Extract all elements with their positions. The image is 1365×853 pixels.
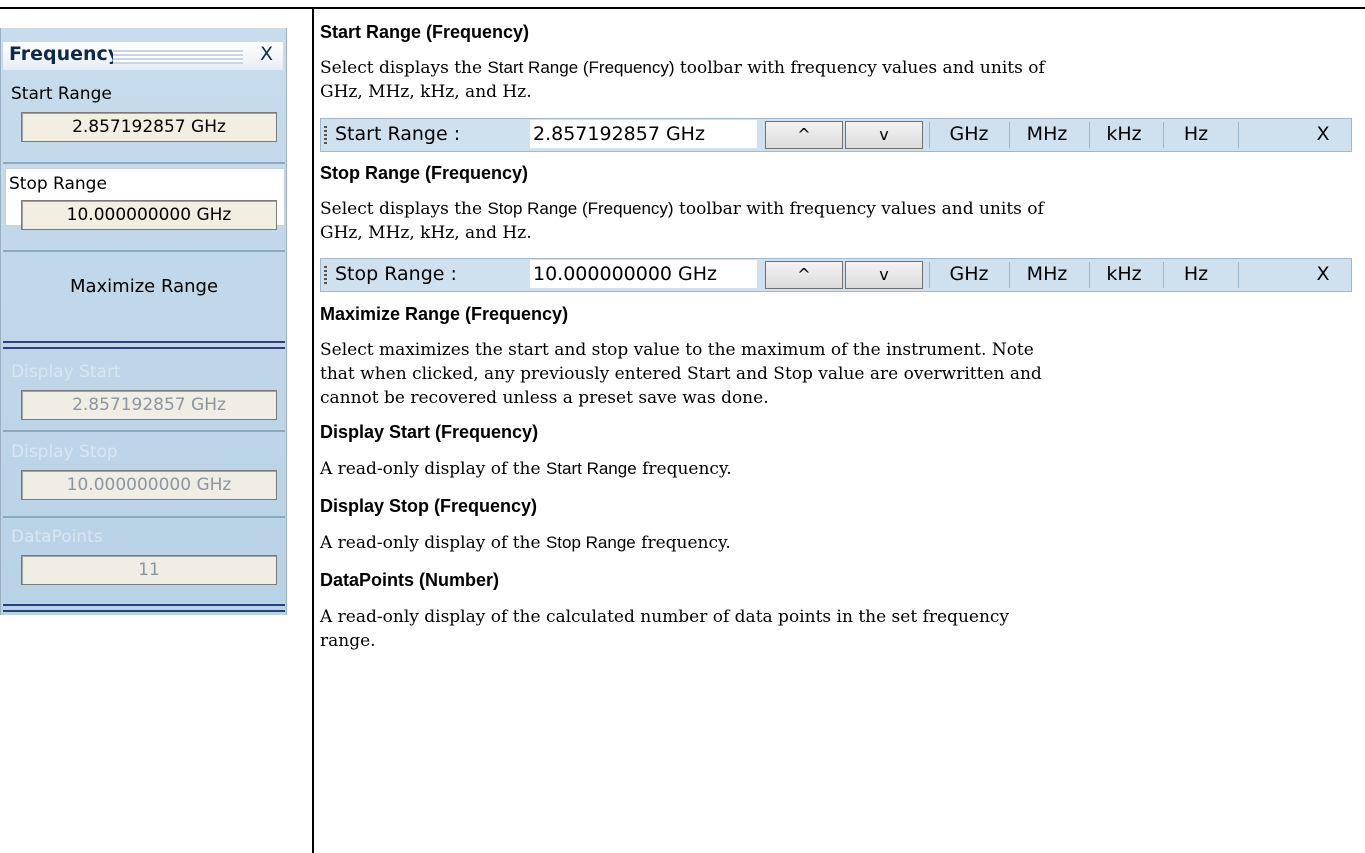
text: A read-only display of the: [320, 533, 546, 553]
chevron-up-icon[interactable]: ^: [765, 121, 843, 149]
datapoints-value: 11: [21, 555, 277, 585]
panel-title: Frequency: [9, 43, 121, 65]
stop-range-value[interactable]: 10.000000000 GHz: [21, 200, 277, 230]
heading-start-range: Start Range (Frequency): [320, 22, 530, 42]
close-icon[interactable]: X: [260, 43, 273, 65]
divider: [3, 516, 285, 518]
start-range-value[interactable]: 2.857192857 GHz: [21, 112, 277, 142]
divider: [1089, 122, 1090, 148]
start-range-field[interactable]: Start Range 2.857192857 GHz: [3, 80, 283, 142]
paragraph-maximize-1: Select maximizes the start and stop valu…: [320, 340, 1034, 360]
double-divider: [3, 341, 285, 349]
double-divider: [3, 604, 285, 612]
divider: [929, 262, 930, 288]
datapoints-field: DataPoints 11: [3, 523, 283, 585]
panel-title-bar: Frequency X: [3, 42, 283, 70]
divider: [1238, 122, 1239, 148]
paragraph-display-start: A read-only display of the Start Range f…: [320, 457, 1360, 481]
stop-range-input[interactable]: 10.000000000 GHz: [530, 260, 757, 288]
divider: [1238, 262, 1239, 288]
paragraph-display-stop: A read-only display of the Stop Range fr…: [320, 531, 1360, 555]
text: toolbar with frequency values and units …: [674, 58, 1045, 78]
stop-range-label: Stop Range: [9, 174, 107, 194]
chevron-down-icon[interactable]: v: [845, 261, 923, 289]
display-stop-label: Display Stop: [11, 442, 118, 462]
ui-ref: Start Range: [545, 459, 637, 478]
title-bar-texture: [113, 48, 243, 64]
text: Select displays the: [320, 58, 488, 78]
toolbar-label: Start Range :: [335, 123, 461, 145]
heading-stop-range: Stop Range (Frequency): [320, 163, 529, 183]
paragraph-stop-range: Select displays the Stop Range (Frequenc…: [320, 197, 1360, 221]
maximize-range-button[interactable]: Maximize Range: [3, 276, 285, 297]
frequency-menu-panel: Frequency X Start Range 2.857192857 GHz …: [0, 28, 287, 615]
paragraph-datapoints-1: A read-only display of the calculated nu…: [320, 607, 1010, 627]
paragraph-datapoints-2: range.: [320, 631, 376, 651]
toolbar-grip[interactable]: [324, 126, 327, 144]
heading-display-stop: Display Stop (Frequency): [320, 496, 538, 516]
display-stop-value: 10.000000000 GHz: [21, 470, 277, 500]
paragraph-maximize-3: cannot be recovered unless a preset save…: [320, 388, 769, 408]
text: frequency.: [636, 459, 732, 479]
display-stop-field: Display Stop 10.000000000 GHz: [3, 438, 283, 500]
heading-display-start: Display Start (Frequency): [320, 422, 539, 442]
chevron-down-icon[interactable]: v: [845, 121, 923, 149]
ui-ref: Stop Range (Frequency): [487, 199, 674, 218]
unit-ghz-button[interactable]: GHz: [944, 263, 994, 285]
text: toolbar with frequency values and units …: [673, 199, 1044, 219]
column-divider: [312, 7, 314, 853]
display-start-label: Display Start: [11, 362, 121, 382]
ui-ref: Start Range (Frequency): [487, 58, 675, 77]
unit-mhz-button[interactable]: MHz: [1019, 263, 1075, 285]
close-icon[interactable]: X: [1311, 263, 1335, 285]
paragraph-start-range: Select displays the Start Range (Frequen…: [320, 56, 1360, 80]
divider: [3, 162, 285, 164]
text: frequency.: [635, 533, 731, 553]
start-range-toolbar: Start Range : 2.857192857 GHz ^ v GHz MH…: [320, 118, 1352, 152]
paragraph-stop-range-units: GHz, MHz, kHz, and Hz.: [320, 223, 532, 243]
divider: [1163, 262, 1164, 288]
divider: [3, 250, 285, 252]
unit-khz-button[interactable]: kHz: [1099, 263, 1149, 285]
unit-hz-button[interactable]: Hz: [1173, 263, 1219, 285]
divider: [1163, 122, 1164, 148]
stop-range-field[interactable]: Stop Range 10.000000000 GHz: [3, 168, 283, 230]
start-range-label: Start Range: [11, 84, 112, 104]
paragraph-maximize-2: that when clicked, any previously entere…: [320, 364, 1042, 384]
divider: [1089, 262, 1090, 288]
datapoints-label: DataPoints: [11, 527, 103, 547]
divider: [929, 122, 930, 148]
divider: [3, 430, 285, 432]
divider: [1009, 262, 1010, 288]
text: A read-only display of the: [320, 459, 546, 479]
heading-maximize-range: Maximize Range (Frequency): [320, 304, 569, 324]
start-range-input[interactable]: 2.857192857 GHz: [530, 120, 757, 148]
ui-ref: Stop Range: [545, 533, 636, 552]
heading-datapoints: DataPoints (Number): [320, 570, 500, 590]
close-icon[interactable]: X: [1311, 123, 1335, 145]
display-start-value: 2.857192857 GHz: [21, 390, 277, 420]
chevron-up-icon[interactable]: ^: [765, 261, 843, 289]
stop-range-toolbar: Stop Range : 10.000000000 GHz ^ v GHz MH…: [320, 258, 1352, 292]
paragraph-start-range-units: GHz, MHz, kHz, and Hz.: [320, 82, 532, 102]
toolbar-label: Stop Range :: [335, 263, 457, 285]
display-start-field: Display Start 2.857192857 GHz: [3, 358, 283, 420]
unit-hz-button[interactable]: Hz: [1173, 123, 1219, 145]
text: Select displays the: [320, 199, 488, 219]
top-rule: [0, 7, 1365, 9]
unit-khz-button[interactable]: kHz: [1099, 123, 1149, 145]
divider: [1009, 122, 1010, 148]
unit-mhz-button[interactable]: MHz: [1019, 123, 1075, 145]
toolbar-grip[interactable]: [324, 266, 327, 284]
unit-ghz-button[interactable]: GHz: [944, 123, 994, 145]
